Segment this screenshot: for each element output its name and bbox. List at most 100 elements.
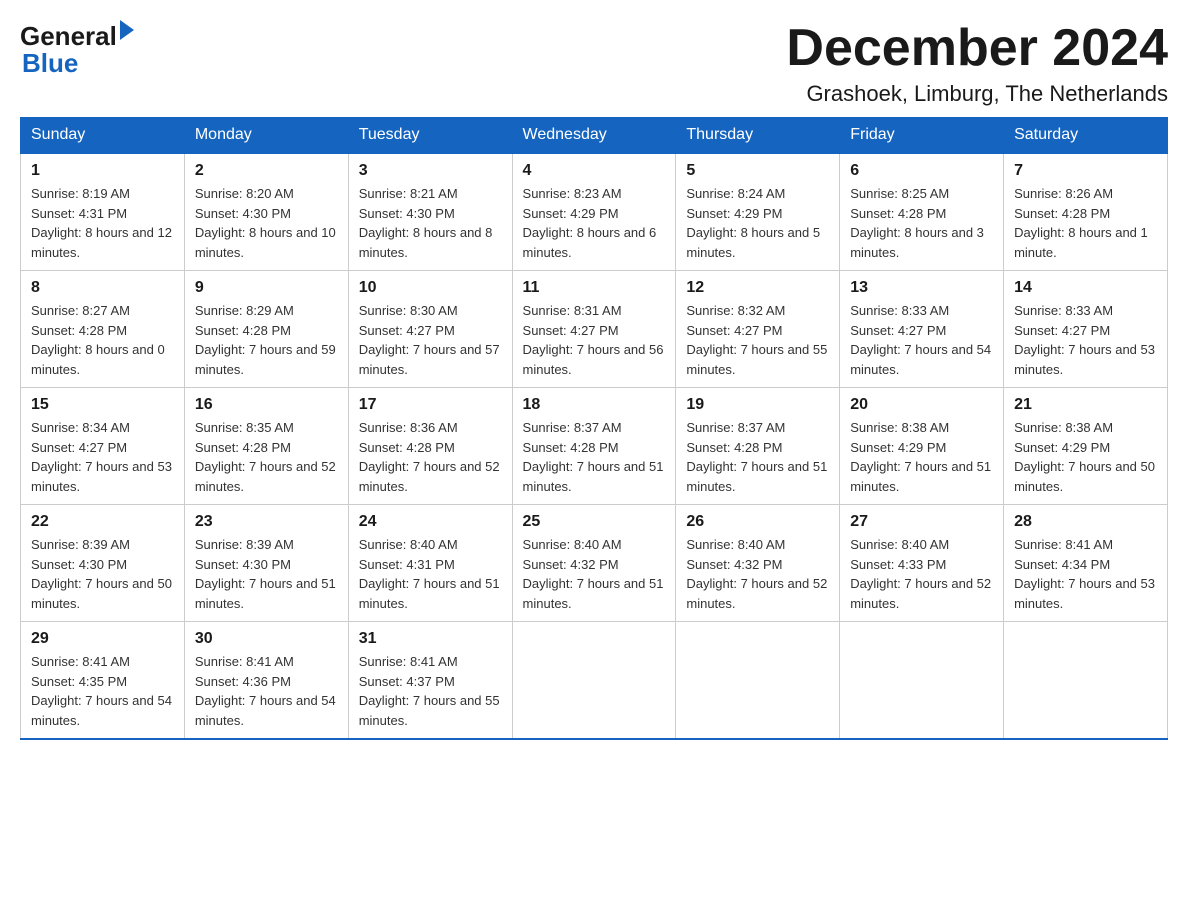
calendar-day-cell: 4 Sunrise: 8:23 AMSunset: 4:29 PMDaylight… (512, 153, 676, 271)
calendar-day-cell: 2 Sunrise: 8:20 AMSunset: 4:30 PMDaylight… (184, 153, 348, 271)
column-header-monday: Monday (184, 118, 348, 154)
day-info: Sunrise: 8:23 AMSunset: 4:29 PMDaylight:… (523, 184, 666, 262)
day-info: Sunrise: 8:37 AMSunset: 4:28 PMDaylight:… (523, 418, 666, 496)
day-number: 9 (195, 279, 338, 297)
calendar-day-cell: 25 Sunrise: 8:40 AMSunset: 4:32 PMDayligh… (512, 505, 676, 622)
day-number: 31 (359, 630, 502, 648)
day-number: 1 (31, 162, 174, 180)
calendar-day-cell: 21Sunrise: 8:38 AMSunset: 4:29 PMDayligh… (1004, 388, 1168, 505)
calendar-day-cell: 6 Sunrise: 8:25 AMSunset: 4:28 PMDaylight… (840, 153, 1004, 271)
calendar-day-cell (1004, 622, 1168, 740)
calendar-day-cell: 28 Sunrise: 8:41 AMSunset: 4:34 PMDayligh… (1004, 505, 1168, 622)
day-number: 10 (359, 279, 502, 297)
day-number: 18 (523, 396, 666, 414)
calendar-day-cell: 16 Sunrise: 8:35 AMSunset: 4:28 PMDayligh… (184, 388, 348, 505)
column-header-saturday: Saturday (1004, 118, 1168, 154)
calendar-week-row: 22Sunrise: 8:39 AMSunset: 4:30 PMDayligh… (21, 505, 1168, 622)
day-info: Sunrise: 8:40 AMSunset: 4:32 PMDaylight:… (523, 535, 666, 613)
day-number: 12 (686, 279, 829, 297)
location-subtitle: Grashoek, Limburg, The Netherlands (786, 81, 1168, 107)
calendar-week-row: 15 Sunrise: 8:34 AMSunset: 4:27 PMDayligh… (21, 388, 1168, 505)
day-info: Sunrise: 8:29 AMSunset: 4:28 PMDaylight:… (195, 301, 338, 379)
day-number: 25 (523, 513, 666, 531)
day-info: Sunrise: 8:27 AMSunset: 4:28 PMDaylight:… (31, 301, 174, 379)
calendar-day-cell: 17Sunrise: 8:36 AMSunset: 4:28 PMDayligh… (348, 388, 512, 505)
logo: General Blue (20, 20, 134, 79)
calendar-day-cell (512, 622, 676, 740)
logo-text-blue: Blue (22, 48, 78, 79)
day-info: Sunrise: 8:19 AMSunset: 4:31 PMDaylight:… (31, 184, 174, 262)
calendar-day-cell: 12Sunrise: 8:32 AMSunset: 4:27 PMDayligh… (676, 271, 840, 388)
month-title: December 2024 (786, 20, 1168, 77)
calendar-day-cell: 26Sunrise: 8:40 AMSunset: 4:32 PMDayligh… (676, 505, 840, 622)
day-number: 5 (686, 162, 829, 180)
calendar-day-cell: 15 Sunrise: 8:34 AMSunset: 4:27 PMDayligh… (21, 388, 185, 505)
calendar-day-cell: 30 Sunrise: 8:41 AMSunset: 4:36 PMDayligh… (184, 622, 348, 740)
calendar-day-cell: 29Sunrise: 8:41 AMSunset: 4:35 PMDayligh… (21, 622, 185, 740)
day-number: 7 (1014, 162, 1157, 180)
calendar-day-cell: 5 Sunrise: 8:24 AMSunset: 4:29 PMDaylight… (676, 153, 840, 271)
calendar-day-cell: 14 Sunrise: 8:33 AMSunset: 4:27 PMDayligh… (1004, 271, 1168, 388)
day-info: Sunrise: 8:24 AMSunset: 4:29 PMDaylight:… (686, 184, 829, 262)
column-header-wednesday: Wednesday (512, 118, 676, 154)
column-header-tuesday: Tuesday (348, 118, 512, 154)
calendar-day-cell: 19Sunrise: 8:37 AMSunset: 4:28 PMDayligh… (676, 388, 840, 505)
calendar-day-cell: 1 Sunrise: 8:19 AMSunset: 4:31 PMDaylight… (21, 153, 185, 271)
day-info: Sunrise: 8:41 AMSunset: 4:36 PMDaylight:… (195, 652, 338, 730)
day-number: 24 (359, 513, 502, 531)
calendar-day-cell: 31 Sunrise: 8:41 AMSunset: 4:37 PMDayligh… (348, 622, 512, 740)
day-info: Sunrise: 8:40 AMSunset: 4:31 PMDaylight:… (359, 535, 502, 613)
day-number: 19 (686, 396, 829, 414)
calendar-week-row: 8 Sunrise: 8:27 AMSunset: 4:28 PMDaylight… (21, 271, 1168, 388)
day-info: Sunrise: 8:41 AMSunset: 4:37 PMDaylight:… (359, 652, 502, 730)
calendar-day-cell: 9 Sunrise: 8:29 AMSunset: 4:28 PMDaylight… (184, 271, 348, 388)
day-number: 17 (359, 396, 502, 414)
calendar-day-cell (676, 622, 840, 740)
page-header: General Blue December 2024 Grashoek, Lim… (20, 20, 1168, 107)
day-number: 23 (195, 513, 338, 531)
calendar-day-cell: 3Sunrise: 8:21 AMSunset: 4:30 PMDaylight… (348, 153, 512, 271)
day-number: 14 (1014, 279, 1157, 297)
day-info: Sunrise: 8:40 AMSunset: 4:33 PMDaylight:… (850, 535, 993, 613)
day-number: 16 (195, 396, 338, 414)
day-info: Sunrise: 8:38 AMSunset: 4:29 PMDaylight:… (850, 418, 993, 496)
day-number: 6 (850, 162, 993, 180)
calendar-week-row: 29Sunrise: 8:41 AMSunset: 4:35 PMDayligh… (21, 622, 1168, 740)
logo-text-general: General (20, 21, 117, 52)
calendar-day-cell: 10Sunrise: 8:30 AMSunset: 4:27 PMDayligh… (348, 271, 512, 388)
calendar-header-row: SundayMondayTuesdayWednesdayThursdayFrid… (21, 118, 1168, 154)
day-number: 30 (195, 630, 338, 648)
day-info: Sunrise: 8:39 AMSunset: 4:30 PMDaylight:… (31, 535, 174, 613)
day-info: Sunrise: 8:34 AMSunset: 4:27 PMDaylight:… (31, 418, 174, 496)
calendar-day-cell: 8 Sunrise: 8:27 AMSunset: 4:28 PMDaylight… (21, 271, 185, 388)
calendar-day-cell: 22Sunrise: 8:39 AMSunset: 4:30 PMDayligh… (21, 505, 185, 622)
calendar-table: SundayMondayTuesdayWednesdayThursdayFrid… (20, 117, 1168, 740)
day-number: 3 (359, 162, 502, 180)
day-number: 2 (195, 162, 338, 180)
calendar-day-cell: 11 Sunrise: 8:31 AMSunset: 4:27 PMDayligh… (512, 271, 676, 388)
day-number: 11 (523, 279, 666, 297)
day-info: Sunrise: 8:33 AMSunset: 4:27 PMDaylight:… (850, 301, 993, 379)
calendar-day-cell (840, 622, 1004, 740)
calendar-day-cell: 24 Sunrise: 8:40 AMSunset: 4:31 PMDayligh… (348, 505, 512, 622)
calendar-day-cell: 27 Sunrise: 8:40 AMSunset: 4:33 PMDayligh… (840, 505, 1004, 622)
day-info: Sunrise: 8:25 AMSunset: 4:28 PMDaylight:… (850, 184, 993, 262)
day-info: Sunrise: 8:20 AMSunset: 4:30 PMDaylight:… (195, 184, 338, 262)
day-info: Sunrise: 8:41 AMSunset: 4:35 PMDaylight:… (31, 652, 174, 730)
day-number: 4 (523, 162, 666, 180)
day-number: 28 (1014, 513, 1157, 531)
day-info: Sunrise: 8:33 AMSunset: 4:27 PMDaylight:… (1014, 301, 1157, 379)
column-header-friday: Friday (840, 118, 1004, 154)
day-info: Sunrise: 8:35 AMSunset: 4:28 PMDaylight:… (195, 418, 338, 496)
column-header-sunday: Sunday (21, 118, 185, 154)
day-info: Sunrise: 8:40 AMSunset: 4:32 PMDaylight:… (686, 535, 829, 613)
title-area: December 2024 Grashoek, Limburg, The Net… (786, 20, 1168, 107)
day-number: 15 (31, 396, 174, 414)
day-number: 8 (31, 279, 174, 297)
column-header-thursday: Thursday (676, 118, 840, 154)
day-info: Sunrise: 8:38 AMSunset: 4:29 PMDaylight:… (1014, 418, 1157, 496)
day-info: Sunrise: 8:31 AMSunset: 4:27 PMDaylight:… (523, 301, 666, 379)
calendar-week-row: 1 Sunrise: 8:19 AMSunset: 4:31 PMDaylight… (21, 153, 1168, 271)
day-number: 27 (850, 513, 993, 531)
day-info: Sunrise: 8:41 AMSunset: 4:34 PMDaylight:… (1014, 535, 1157, 613)
